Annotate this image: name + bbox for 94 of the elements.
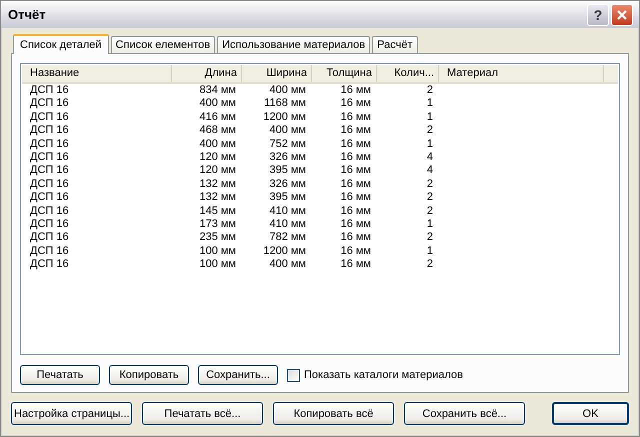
tab[interactable]: Список деталей xyxy=(13,34,109,54)
table-cell-text: 16 мм xyxy=(340,110,372,124)
table-cell-text: 16 мм xyxy=(340,218,372,232)
table-cell-text: 1200 мм xyxy=(262,244,307,258)
table-cell-text: ДСП 16 xyxy=(29,124,70,138)
dialog-button[interactable]: Копировать всё xyxy=(273,402,394,425)
table-cell-text: ДСП 16 xyxy=(29,110,70,124)
table-cell-text: 100 мм xyxy=(198,244,237,258)
table-cell-text: 782 мм xyxy=(268,231,307,245)
table-cell-text: 2 xyxy=(426,191,434,205)
table-cell-text: 2 xyxy=(426,84,434,98)
table-cell-text: 1 xyxy=(426,244,434,258)
table-cell-text: ДСП 16 xyxy=(29,138,70,151)
table-cell-text: ДСП 16 xyxy=(29,178,70,192)
table-cell-text: 16 мм xyxy=(340,244,372,258)
table-cell-text: ДСП 16 xyxy=(29,191,70,205)
table-cell-text: 395 мм xyxy=(268,191,307,205)
table-cell-text: 16 мм xyxy=(340,258,372,272)
table-cell-text: 173 мм xyxy=(198,218,237,232)
checkbox[interactable] xyxy=(287,368,300,382)
tab[interactable]: Расчёт xyxy=(372,36,418,53)
ok-button[interactable]: OK xyxy=(552,402,629,425)
column-header[interactable]: Название xyxy=(22,65,172,82)
table-cell-text: 16 мм xyxy=(340,138,372,151)
column-header[interactable]: Ширина xyxy=(242,65,312,82)
table-cell-text: 468 мм xyxy=(198,124,237,138)
column-header[interactable]: Толщина xyxy=(312,65,377,82)
table-cell-text: 1 xyxy=(426,97,434,111)
action-button[interactable]: Печатать xyxy=(20,365,100,385)
table-cell-text: 400 мм xyxy=(198,97,237,111)
action-button[interactable]: Сохранить... xyxy=(198,365,278,385)
window-title: Отчёт xyxy=(8,7,47,22)
table-cell-text: 16 мм xyxy=(340,84,372,98)
table-cell-text: 1 xyxy=(426,218,434,232)
table-cell-text: 16 мм xyxy=(340,178,372,192)
table-cell-text: 145 мм xyxy=(198,204,237,218)
close-button[interactable] xyxy=(611,4,633,26)
column-header[interactable]: Колич... xyxy=(377,65,439,82)
table-cell-text: 400 мм xyxy=(268,84,307,98)
help-button[interactable]: ? xyxy=(587,4,609,26)
table-cell-text: 4 xyxy=(426,150,434,164)
table-cell-text: ДСП 16 xyxy=(29,204,70,218)
table-cell-text: ДСП 16 xyxy=(29,218,70,232)
table-cell-text: 132 мм xyxy=(198,191,237,205)
table-cell-text: 16 мм xyxy=(340,231,372,245)
table-cell-text: 120 мм xyxy=(198,164,237,178)
tab[interactable]: Список елементов xyxy=(110,36,216,53)
table-cell-text: 395 мм xyxy=(268,164,307,178)
table-cell-text: 2 xyxy=(426,178,434,192)
table-cell-text: 2 xyxy=(426,124,434,138)
table-cell-text: ДСП 16 xyxy=(29,244,70,258)
table-cell-text: ДСП 16 xyxy=(29,150,70,164)
table-cell-text: 400 мм xyxy=(198,138,237,151)
table-cell-text: 326 мм xyxy=(268,178,307,192)
table-cell-text: 16 мм xyxy=(340,204,372,218)
table-cell-text: ДСП 16 xyxy=(29,97,70,111)
table-cell-text: ДСП 16 xyxy=(29,84,70,98)
table-cell-text: 326 мм xyxy=(268,150,307,164)
table-cell-text: 4 xyxy=(426,164,434,178)
action-button[interactable]: Копировать xyxy=(109,365,189,385)
table-cell-text: 2 xyxy=(426,204,434,218)
table-cell-text: ДСП 16 xyxy=(29,258,70,272)
table-cell-text: 16 мм xyxy=(340,150,372,164)
table-cell-text: 410 мм xyxy=(268,218,307,232)
table-cell-text: 410 мм xyxy=(268,204,307,218)
table-cell-text: 1 xyxy=(426,138,434,151)
checkbox-label: Показать каталоги материалов xyxy=(304,369,464,381)
table-cell-text: 16 мм xyxy=(340,164,372,178)
table-cell-text: 1200 мм xyxy=(262,110,307,124)
table-cell-text: 235 мм xyxy=(198,231,237,245)
table-cell-text: 2 xyxy=(426,258,434,272)
table-cell-text: 400 мм xyxy=(268,258,307,272)
table-cell-text: ДСП 16 xyxy=(29,231,70,245)
table-cell-text: 752 мм xyxy=(268,138,307,151)
table-cell-text: 132 мм xyxy=(198,178,237,192)
column-header[interactable]: Длина xyxy=(172,65,242,82)
tab[interactable]: Использование материалов xyxy=(217,36,370,53)
close-icon xyxy=(616,8,628,20)
table-cell-text: 100 мм xyxy=(198,258,237,272)
dialog-button[interactable]: Настройка страницы... xyxy=(11,402,132,425)
dialog-button[interactable]: Печатать всё... xyxy=(142,402,263,425)
table-cell-text: ДСП 16 xyxy=(29,164,70,178)
table-cell-text: 1168 мм xyxy=(263,97,307,111)
table-cell-text: 1 xyxy=(426,110,434,124)
table-cell-text: 400 мм xyxy=(268,124,307,138)
table-cell-text: 16 мм xyxy=(340,191,372,205)
table-cell-text: 120 мм xyxy=(198,150,237,164)
table-cell-text: 834 мм xyxy=(198,84,237,98)
table-cell-text: 2 xyxy=(426,231,434,245)
dialog-button[interactable]: Сохранить всё... xyxy=(404,402,525,425)
table-cell-text: 416 мм xyxy=(198,110,237,124)
table-cell-text: 16 мм xyxy=(340,97,372,111)
column-header[interactable]: Материал xyxy=(439,65,604,82)
table-cell-text: 16 мм xyxy=(340,124,372,138)
